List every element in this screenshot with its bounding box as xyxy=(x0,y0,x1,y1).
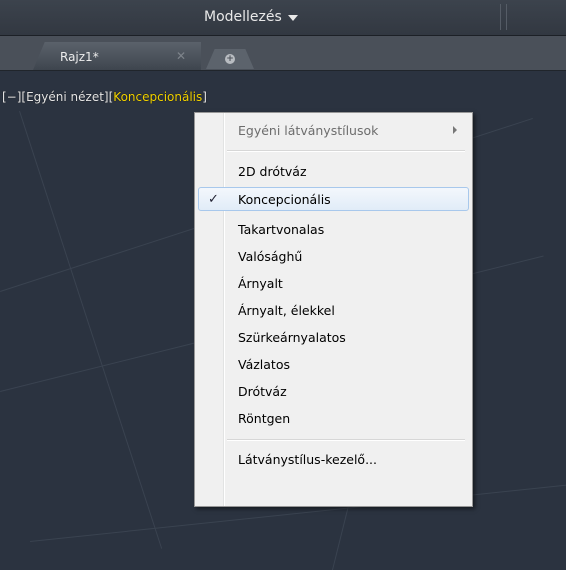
menu-item-realistic[interactable]: Valósághű xyxy=(198,244,469,268)
menu-separator xyxy=(227,150,465,152)
menu-item-custom-visual-styles[interactable]: Egyéni látványstílusok xyxy=(198,118,469,142)
menu-separator xyxy=(227,439,465,441)
visual-style-control[interactable]: [Koncepcionális] xyxy=(109,90,207,104)
visual-style-label: Koncepcionális xyxy=(113,90,203,104)
viewport-controls: [−][Egyéni nézet][Koncepcionális] xyxy=(2,90,207,104)
plus-icon: + xyxy=(225,54,235,64)
workspace-switcher[interactable]: Modellezés xyxy=(204,9,298,25)
tab-label: Rajz1* xyxy=(60,50,99,64)
menu-item-hidden[interactable]: Takartvonalas xyxy=(198,217,469,241)
menu-item-sketchy[interactable]: Vázlatos xyxy=(198,352,469,376)
menu-item-x-ray[interactable]: Röntgen xyxy=(198,406,469,430)
checkmark-icon: ✓ xyxy=(208,192,219,207)
workspace-toolbar: Modellezés xyxy=(0,0,566,36)
toolbar-divider xyxy=(506,4,507,30)
toolbar-divider xyxy=(500,4,501,30)
file-tab-strip: Rajz1* ✕ + xyxy=(0,36,566,71)
menu-item-shaded-with-edges[interactable]: Árnyalt, élekkel xyxy=(198,298,469,322)
chevron-down-icon xyxy=(287,15,298,21)
viewport-menu-control[interactable]: [−] xyxy=(2,90,21,104)
menu-item-conceptual[interactable]: ✓ Koncepcionális xyxy=(198,187,469,211)
new-tab-button[interactable]: + xyxy=(206,49,254,69)
menu-item-2d-wireframe[interactable]: 2D drótváz xyxy=(198,159,469,183)
tab-rajz1[interactable]: Rajz1* ✕ xyxy=(33,42,201,70)
workspace-label: Modellezés xyxy=(204,9,282,25)
menu-item-wireframe[interactable]: Drótváz xyxy=(198,379,469,403)
menu-item-visual-styles-manager[interactable]: Látványstílus-kezelő... xyxy=(198,447,469,471)
visual-style-menu: Egyéni látványstílusok 2D drótváz ✓ Konc… xyxy=(194,112,473,507)
close-icon[interactable]: ✕ xyxy=(176,49,186,63)
menu-item-shades-of-gray[interactable]: Szürkeárnyalatos xyxy=(198,325,469,349)
chevron-right-icon xyxy=(453,126,457,134)
grid-line xyxy=(19,111,163,549)
view-control[interactable]: [Egyéni nézet] xyxy=(21,90,108,104)
menu-item-shaded[interactable]: Árnyalt xyxy=(198,271,469,295)
